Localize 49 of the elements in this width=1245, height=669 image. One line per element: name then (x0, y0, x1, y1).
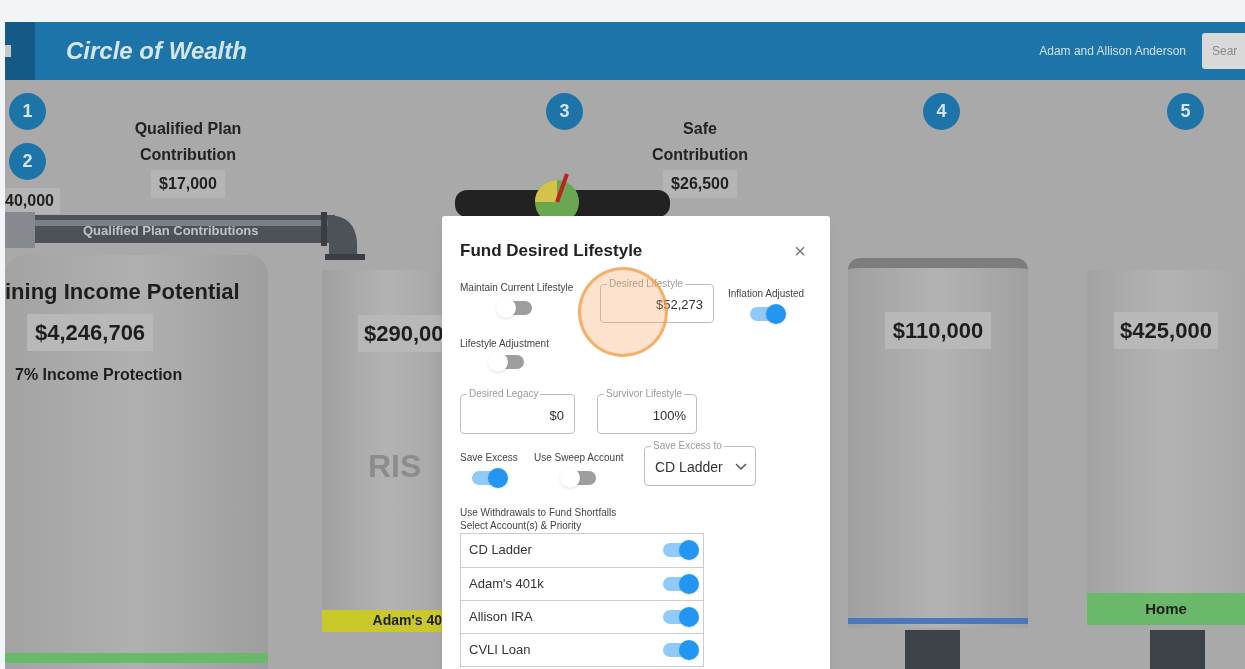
contribution-title: Safe Contribution (651, 119, 749, 165)
contribution-amount: $26,500 (663, 170, 737, 198)
account-name: CVLI Loan (469, 640, 531, 659)
toggle-label: Use Sweep Account (534, 450, 625, 465)
contribution-title: Qualified Plan Contribution (133, 119, 243, 165)
field-label: Save Excess to (651, 439, 724, 452)
pipe-stub-drawing (1150, 630, 1205, 669)
step-number-badge: 2 (9, 143, 46, 180)
dialog-title: Fund Desired Lifestyle (460, 240, 643, 262)
account-amount: 40,000 (5, 188, 60, 214)
account-name: CD Ladder (469, 541, 532, 560)
select-value: CD Ladder (655, 457, 723, 477)
step-number-badge: 3 (546, 93, 583, 130)
chevron-down-icon (734, 463, 747, 471)
tank-title: ining Income Potential (5, 278, 241, 306)
account-name: Allison IRA (469, 607, 533, 626)
account-row[interactable]: Adam's 401k (461, 566, 703, 600)
toggle-label: Maintain Current Lifestyle (460, 280, 575, 295)
pipe-label: Qualified Plan Contributions (83, 222, 259, 240)
step-number-badge: 5 (1167, 93, 1204, 130)
toggle-label: Inflation Adjusted (728, 286, 805, 301)
instruction-text: Use Withdrawals to Fund Shortfalls (460, 505, 618, 519)
menu-button[interactable] (5, 22, 35, 80)
field-label: Desired Legacy (467, 387, 541, 400)
tank-amount: $110,000 (884, 312, 992, 349)
account-row[interactable]: Allison IRA (461, 599, 703, 633)
pipe-stub-drawing (905, 630, 960, 669)
account-row[interactable]: CVLI Loan (461, 632, 703, 666)
app-title: Circle of Wealth (66, 36, 247, 66)
tank-amount: $425,000 (1114, 312, 1218, 349)
search-field[interactable]: Sear (1202, 33, 1245, 69)
account-name: Adam's 401k (469, 574, 544, 593)
user-name: Adam and Allison Anderson (1039, 43, 1186, 60)
field-value: 100% (652, 406, 686, 425)
instruction-text: Select Account(s) & Priority (460, 518, 583, 532)
field-label: Survivor Lifestyle (604, 387, 685, 400)
tank-subtitle: 7% Income Protection (15, 365, 184, 385)
close-button[interactable]: × (794, 240, 806, 261)
tank-label: Home (1087, 593, 1245, 625)
step-number-badge: 1 (9, 93, 46, 130)
tank-amount: $290,00 (358, 315, 444, 352)
tank-amount: $4,246,706 (27, 314, 154, 351)
account-row[interactable]: CD Ladder (461, 533, 703, 567)
step-number-badge: 4 (923, 93, 960, 130)
toggle-label: Lifestyle Adjustment (460, 336, 550, 351)
contribution-amount: $17,000 (151, 170, 225, 198)
toggle-label: Save Excess (460, 450, 519, 465)
menu-icon (5, 45, 11, 57)
field-value: $0 (549, 406, 564, 425)
